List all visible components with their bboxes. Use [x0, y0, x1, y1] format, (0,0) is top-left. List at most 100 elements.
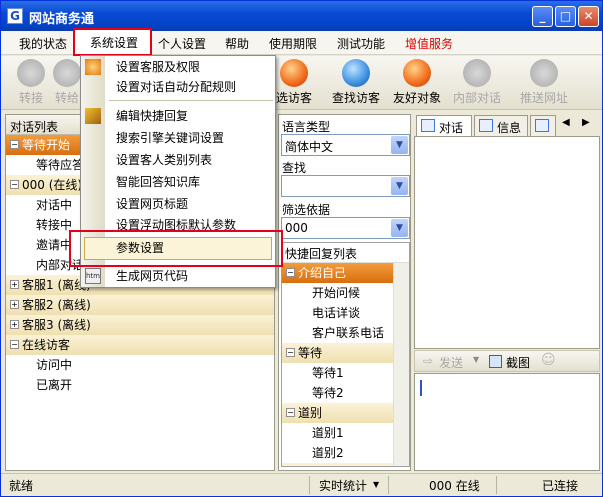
- menu-item-page-title[interactable]: 设置网页标题: [81, 194, 275, 214]
- send-options-icon[interactable]: ▼: [473, 355, 479, 364]
- internal-chat-icon: [463, 59, 491, 87]
- close-button[interactable]: ✕: [578, 6, 599, 27]
- toolbar-friend[interactable]: 友好对象: [389, 59, 445, 106]
- chevron-down-icon[interactable]: ▼: [391, 219, 408, 237]
- conversation-row-item[interactable]: 已离开: [6, 375, 274, 395]
- conversation-row-item[interactable]: 访问中: [6, 355, 274, 375]
- status-text: 就绪: [9, 479, 34, 493]
- conversation-row-label: 等待应答: [36, 158, 85, 172]
- realtime-stats-button[interactable]: 实时统计: [319, 477, 367, 494]
- menu-personal-settings[interactable]: 个人设置: [158, 35, 206, 52]
- menu-item-label: 设置对话自动分配规则: [116, 80, 237, 94]
- conversation-row-group[interactable]: + 客服3 (离线): [6, 315, 274, 335]
- main-window: G 网站商务通 _ □ ✕ 我的状态 个人设置 帮助 使用期限 测试功能 增值服…: [0, 0, 603, 497]
- expand-plus-icon[interactable]: +: [10, 320, 19, 329]
- collapse-minus-icon[interactable]: −: [286, 408, 295, 417]
- menu-help[interactable]: 帮助: [225, 35, 249, 52]
- tab-info[interactable]: 信息: [474, 115, 528, 136]
- quick-reply-row-item[interactable]: 道别1: [282, 423, 394, 443]
- tab-chat[interactable]: 对话: [416, 115, 472, 136]
- quick-reply-row-group[interactable]: −礼貌: [282, 463, 394, 466]
- collapse-minus-icon[interactable]: −: [10, 180, 19, 189]
- tab-scroll-left-icon[interactable]: ◀: [562, 117, 570, 128]
- title-bar[interactable]: G 网站商务通 _ □ ✕: [1, 1, 602, 31]
- menu-system-settings-label: 系统设置: [90, 36, 139, 50]
- expand-plus-icon[interactable]: +: [10, 280, 19, 289]
- menu-my-status[interactable]: 我的状态: [19, 35, 67, 52]
- htm-icon: htm: [85, 268, 101, 284]
- emoticon-icon[interactable]: ☺: [541, 352, 556, 368]
- minimize-button[interactable]: _: [532, 6, 553, 27]
- menu-usage-period[interactable]: 使用期限: [269, 35, 317, 52]
- quick-reply-row-label: 道别2: [312, 446, 344, 460]
- quick-reply-row-label: 等待1: [312, 366, 344, 380]
- window-icon: [535, 119, 549, 132]
- search-select[interactable]: ▼: [281, 175, 410, 197]
- quick-reply-row-label: 电话详谈: [312, 306, 361, 320]
- chat-tabs: 对话 信息 ◀ ▶: [414, 114, 600, 136]
- menu-item-guest-categories[interactable]: 设置客人类别列表: [81, 150, 275, 170]
- quick-reply-scrollbar[interactable]: [393, 263, 409, 466]
- conversation-row-group[interactable]: + 客服2 (离线): [6, 295, 274, 315]
- collapse-minus-icon[interactable]: −: [286, 268, 295, 277]
- connection-status: 已连接: [542, 479, 579, 493]
- conversation-row-label: 等待开始: [22, 138, 71, 152]
- quick-reply-row-group[interactable]: − 道别: [282, 403, 394, 423]
- tab-scroll-right-icon[interactable]: ▶: [582, 117, 590, 128]
- menu-item-generate-code[interactable]: htm 生成网页代码: [81, 266, 275, 286]
- chevron-down-icon[interactable]: ▼: [391, 177, 408, 195]
- chat-history[interactable]: [414, 136, 600, 349]
- menu-system-settings[interactable]: 系统设置: [73, 28, 152, 56]
- menu-item-keywords[interactable]: 搜索引擎关键词设置: [81, 128, 275, 148]
- edit-pencil-icon: [85, 108, 101, 124]
- menu-value-added[interactable]: 增值服务: [405, 35, 453, 52]
- push-url-icon: [530, 59, 558, 87]
- quick-reply-row-item[interactable]: 电话详谈: [282, 303, 394, 323]
- quick-reply-row-item[interactable]: 客户联系电话: [282, 323, 394, 343]
- window-title: 网站商务通: [29, 12, 95, 27]
- conversation-row-label: 在线访客: [22, 338, 71, 352]
- language-label: 语言类型: [282, 120, 331, 134]
- send-icon: ⇨: [423, 354, 434, 368]
- quick-reply-row-item[interactable]: 道别2: [282, 443, 394, 463]
- screenshot-button[interactable]: 截图: [506, 354, 530, 371]
- language-select[interactable]: 简体中文 ▼: [281, 134, 410, 156]
- tab-extra[interactable]: [530, 115, 556, 136]
- menu-item-auto-assign[interactable]: 设置对话自动分配规则: [81, 77, 275, 97]
- send-button[interactable]: 发送: [439, 354, 463, 371]
- status-divider: [388, 476, 389, 494]
- chat-icon: [421, 119, 435, 132]
- collapse-minus-icon[interactable]: −: [10, 340, 19, 349]
- conversation-row-group[interactable]: − 在线访客: [6, 335, 274, 355]
- conversation-row-label: 已离开: [36, 378, 73, 392]
- collapse-minus-icon[interactable]: −: [10, 140, 19, 149]
- filter-select[interactable]: 000 ▼: [281, 217, 410, 239]
- quick-reply-row-item[interactable]: 等待1: [282, 363, 394, 383]
- chevron-down-icon[interactable]: ▼: [391, 136, 408, 154]
- quick-reply-row-item[interactable]: 开始问候: [282, 283, 394, 303]
- menu-item-label: 搜索引擎关键词设置: [116, 131, 225, 145]
- toolbar-find-visitor[interactable]: 查找访客: [328, 59, 384, 106]
- menu-item-permissions[interactable]: 设置客服及权限: [81, 57, 275, 77]
- expand-plus-icon[interactable]: +: [10, 300, 19, 309]
- quick-reply-row-item[interactable]: 等待2: [282, 383, 394, 403]
- collapse-minus-icon[interactable]: −: [286, 348, 295, 357]
- message-input[interactable]: [414, 373, 600, 471]
- quick-reply-list: 快捷回复列表 − 介绍自己 开始问候 电话详谈 客户联系电话 − 等待 等待1 等待2− 道别 道别…: [281, 242, 410, 467]
- toolbar-push-url[interactable]: 推送网址: [516, 59, 572, 106]
- toolbar-find-visitor-label: 查找访客: [331, 91, 380, 105]
- quick-reply-row-group[interactable]: − 介绍自己: [282, 263, 394, 283]
- text-caret: [420, 380, 422, 396]
- conversation-row-label: 访问中: [36, 358, 73, 372]
- chevron-down-icon[interactable]: ▼: [373, 480, 379, 489]
- find-visitor-icon: [342, 59, 370, 87]
- quick-reply-row-group[interactable]: − 等待: [282, 343, 394, 363]
- menu-test-features[interactable]: 测试功能: [337, 35, 385, 52]
- chat-panel: 对话 信息 ◀ ▶ ⇨ 发送 ▼ 截图 ☺: [414, 114, 600, 471]
- maximize-button[interactable]: □: [555, 6, 576, 27]
- menu-item-quick-reply[interactable]: 编辑快捷回复: [81, 106, 275, 126]
- menu-item-knowledge-base[interactable]: 智能回答知识库: [81, 172, 275, 192]
- quick-reply-row-label: 客户联系电话: [312, 326, 385, 340]
- menu-item-label: 编辑快捷回复: [116, 109, 189, 123]
- toolbar-internal-chat[interactable]: 内部对话: [449, 59, 505, 106]
